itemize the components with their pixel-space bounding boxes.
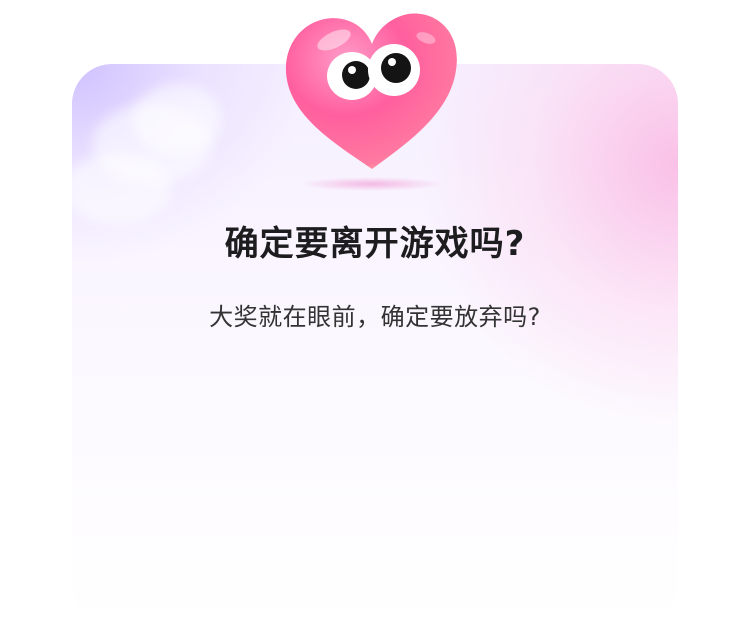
heart-shadow xyxy=(300,177,444,191)
eye-icon xyxy=(368,44,420,96)
cloud-decoration xyxy=(72,154,172,224)
cloud-decoration xyxy=(132,84,222,154)
heart-mascot-icon xyxy=(285,13,457,191)
dialog-message: 大奖就在眼前，确定要放弃吗? xyxy=(209,303,541,331)
dialog-title: 确定要离开游戏吗? xyxy=(224,224,526,264)
